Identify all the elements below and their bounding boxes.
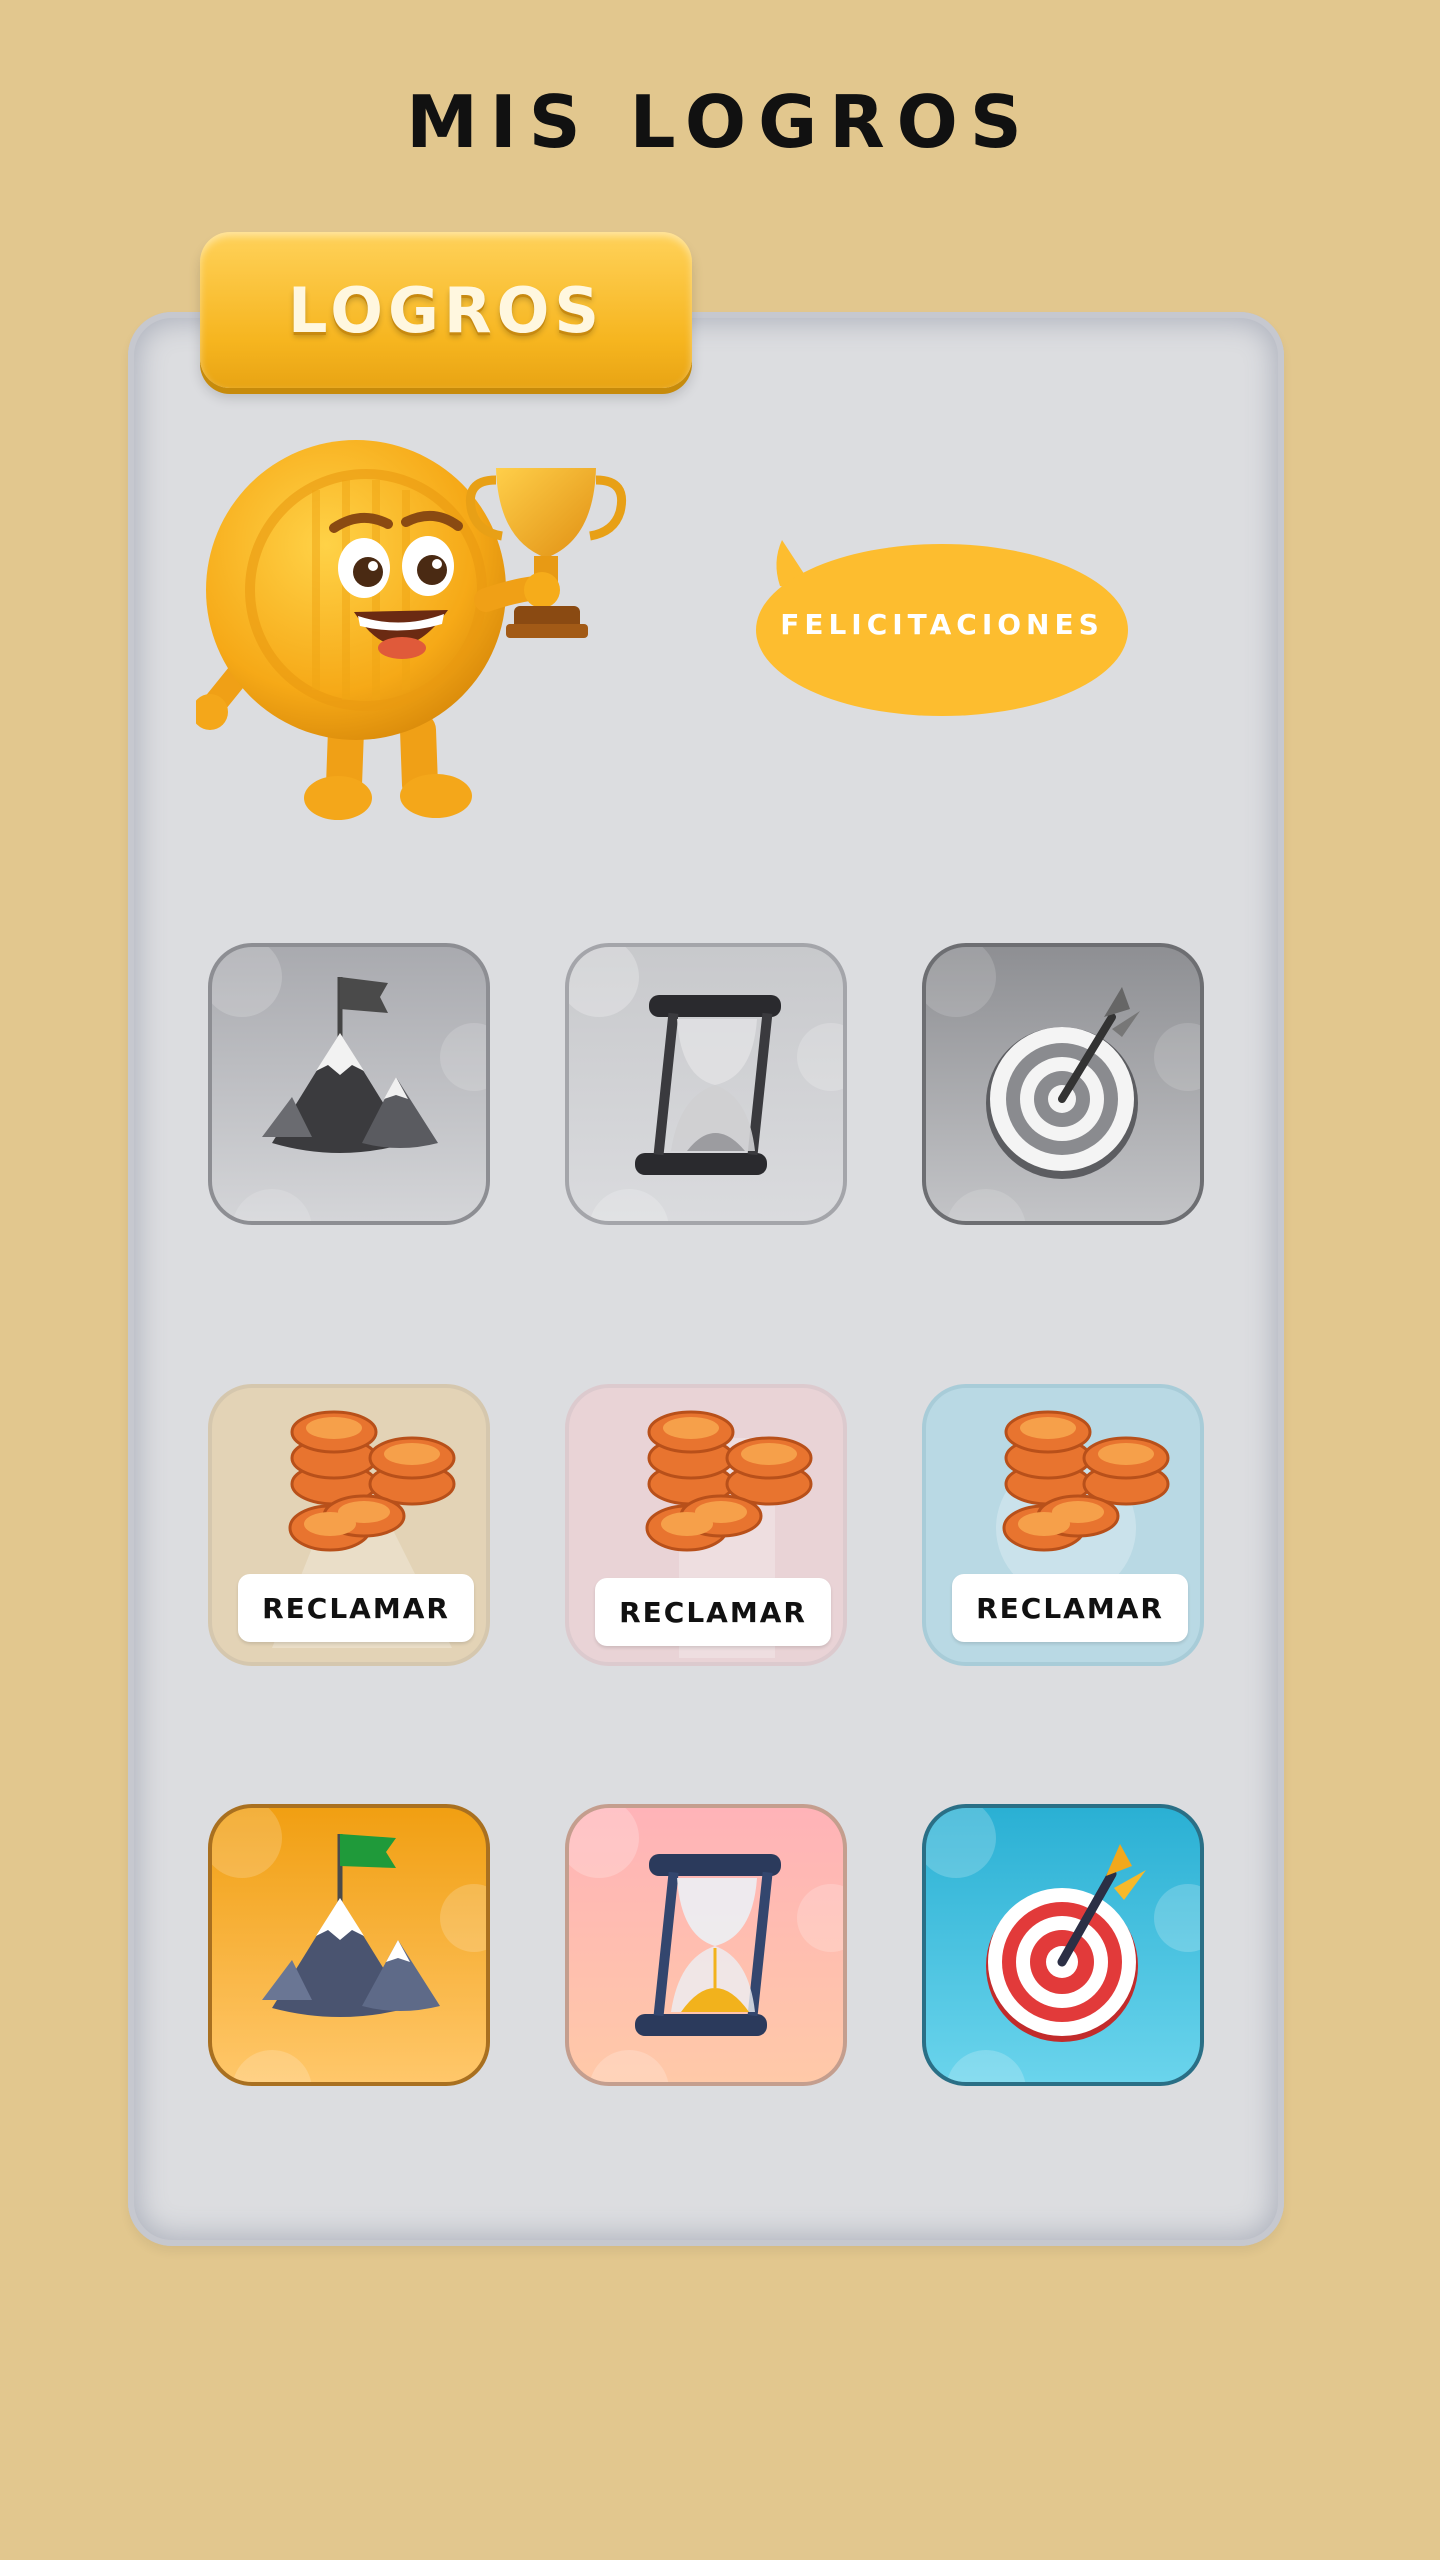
claim-button[interactable]: RECLAMAR [595, 1578, 831, 1646]
logros-tab-label: LOGROS [288, 273, 604, 347]
mountain-flag-icon [262, 977, 438, 1153]
achievement-tile-summit[interactable] [208, 1804, 490, 2086]
achievement-tile-claim-goal[interactable]: RECLAMAR [922, 1384, 1204, 1666]
hourglass-icon [635, 995, 781, 1175]
target-dart-icon [986, 1844, 1146, 2042]
achievement-tile-goal-locked[interactable] [922, 943, 1204, 1225]
mountain-flag-icon [262, 1834, 440, 2017]
achievement-tile-claim-summit[interactable]: RECLAMAR [208, 1384, 490, 1666]
achievement-tile-goal[interactable] [922, 1804, 1204, 2086]
achievement-tile-summit-locked[interactable] [208, 943, 490, 1225]
claim-button[interactable]: RECLAMAR [238, 1574, 474, 1642]
claim-button[interactable]: RECLAMAR [952, 1574, 1188, 1642]
coin-mascot-icon [196, 440, 626, 820]
logros-tab: LOGROS [200, 232, 692, 388]
achievement-tile-time-locked[interactable] [565, 943, 847, 1225]
hourglass-icon [635, 1854, 781, 2036]
achievement-tile-claim-time[interactable]: RECLAMAR [565, 1384, 847, 1666]
target-dart-icon [986, 987, 1140, 1179]
achievement-tile-time[interactable] [565, 1804, 847, 2086]
page-title: MIS LOGROS [406, 80, 1034, 164]
congrats-text: FELICITACIONES [780, 608, 1104, 641]
